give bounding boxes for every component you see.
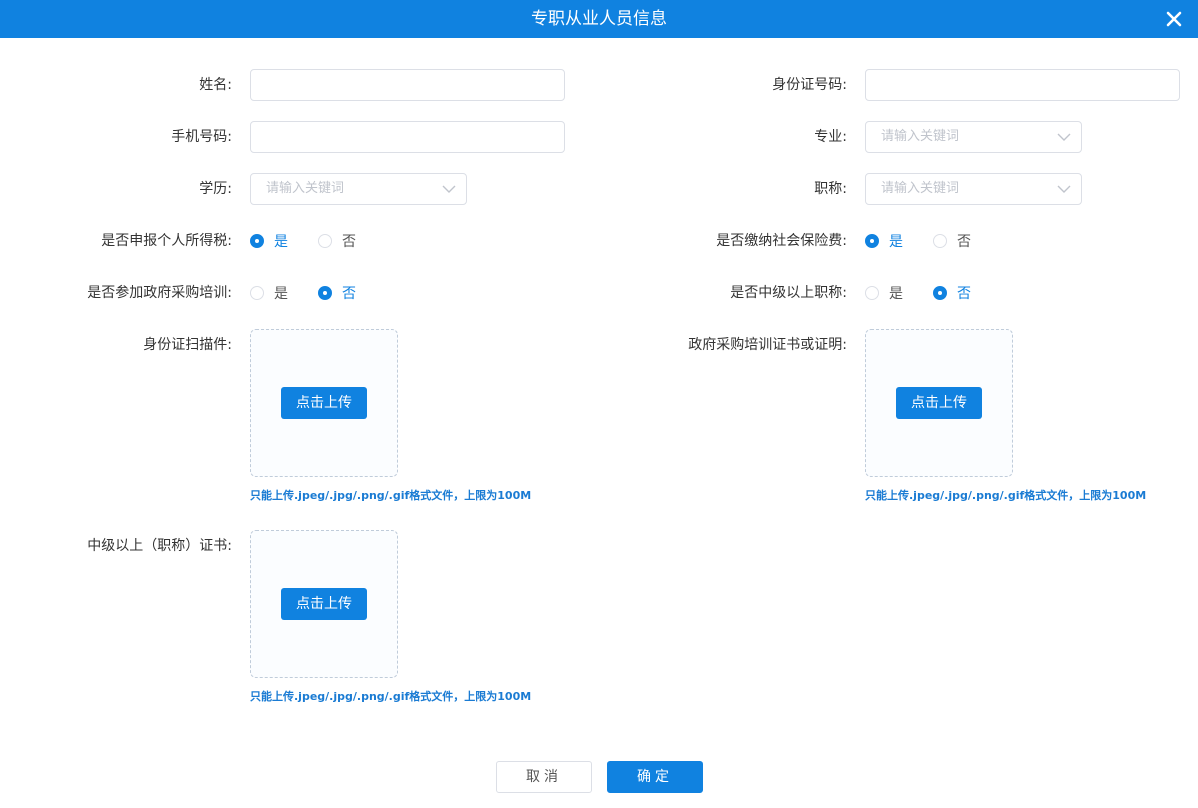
cancel-button[interactable]: 取消 xyxy=(496,761,592,793)
radio-label: 否 xyxy=(342,234,356,250)
confirm-button[interactable]: 确定 xyxy=(607,761,703,793)
id-number-label: 身份证号码: xyxy=(772,77,847,93)
radio-checked-icon xyxy=(865,234,879,248)
social-insurance-no-radio[interactable]: 否 xyxy=(933,225,971,257)
radio-unchecked-icon xyxy=(933,234,947,248)
dialog-header: 专职从业人员信息 xyxy=(0,0,1198,38)
radio-label: 否 xyxy=(957,286,971,302)
radio-label: 是 xyxy=(889,286,903,302)
social-insurance-yes-radio[interactable]: 是 xyxy=(865,225,903,257)
phone-input[interactable] xyxy=(250,121,565,153)
chevron-down-icon xyxy=(442,185,456,193)
title-select[interactable]: 请输入关键词 xyxy=(865,173,1082,205)
procurement-training-label: 是否参加政府采购培训: xyxy=(87,285,232,301)
education-placeholder: 请输入关键词 xyxy=(266,181,345,196)
major-select[interactable]: 请输入关键词 xyxy=(865,121,1082,153)
radio-unchecked-icon xyxy=(318,234,332,248)
income-tax-no-radio[interactable]: 否 xyxy=(318,225,356,257)
radio-checked-icon xyxy=(250,234,264,248)
mid-title-yes-radio[interactable]: 是 xyxy=(865,277,903,309)
radio-unchecked-icon xyxy=(865,286,879,300)
radio-label: 是 xyxy=(274,234,288,250)
education-select[interactable]: 请输入关键词 xyxy=(250,173,467,205)
radio-checked-icon xyxy=(318,286,332,300)
radio-label: 否 xyxy=(342,286,356,302)
id-scan-upload-button[interactable]: 点击上传 xyxy=(281,387,367,419)
radio-label: 是 xyxy=(889,234,903,250)
name-label: 姓名: xyxy=(199,77,232,93)
mid-cert-upload-button[interactable]: 点击上传 xyxy=(281,588,367,620)
major-label: 专业: xyxy=(814,129,847,145)
mid-cert-label: 中级以上（职称）证书: xyxy=(87,538,232,554)
name-input[interactable] xyxy=(250,69,565,101)
major-placeholder: 请输入关键词 xyxy=(881,129,960,144)
chevron-down-icon xyxy=(1057,185,1071,193)
mid-title-label: 是否中级以上职称: xyxy=(730,285,847,301)
training-cert-hint: 只能上传.jpeg/.jpg/.png/.gif格式文件，上限为100M xyxy=(865,489,1147,502)
income-tax-label: 是否申报个人所得税: xyxy=(101,233,232,249)
procurement-training-no-radio[interactable]: 否 xyxy=(318,277,356,309)
mid-title-no-radio[interactable]: 否 xyxy=(933,277,971,309)
training-cert-upload-area[interactable]: 点击上传 xyxy=(865,329,1013,477)
training-cert-upload-button[interactable]: 点击上传 xyxy=(896,387,982,419)
income-tax-yes-radio[interactable]: 是 xyxy=(250,225,288,257)
id-scan-upload-area[interactable]: 点击上传 xyxy=(250,329,398,477)
chevron-down-icon xyxy=(1057,133,1071,141)
phone-label: 手机号码: xyxy=(171,129,232,145)
procurement-training-yes-radio[interactable]: 是 xyxy=(250,277,288,309)
mid-cert-hint: 只能上传.jpeg/.jpg/.png/.gif格式文件，上限为100M xyxy=(250,690,532,703)
id-number-input[interactable] xyxy=(865,69,1180,101)
id-scan-label: 身份证扫描件: xyxy=(143,337,232,353)
id-scan-hint: 只能上传.jpeg/.jpg/.png/.gif格式文件，上限为100M xyxy=(250,489,532,502)
education-label: 学历: xyxy=(199,181,232,197)
title-placeholder: 请输入关键词 xyxy=(881,181,960,196)
close-icon[interactable] xyxy=(1164,9,1184,29)
radio-label: 是 xyxy=(274,286,288,302)
mid-cert-upload-area[interactable]: 点击上传 xyxy=(250,530,398,678)
radio-checked-icon xyxy=(933,286,947,300)
radio-label: 否 xyxy=(957,234,971,250)
radio-unchecked-icon xyxy=(250,286,264,300)
social-insurance-label: 是否缴纳社会保险费: xyxy=(716,233,847,249)
training-cert-label: 政府采购培训证书或证明: xyxy=(688,337,847,353)
title-label: 职称: xyxy=(814,181,847,197)
dialog-title: 专职从业人员信息 xyxy=(531,9,667,29)
